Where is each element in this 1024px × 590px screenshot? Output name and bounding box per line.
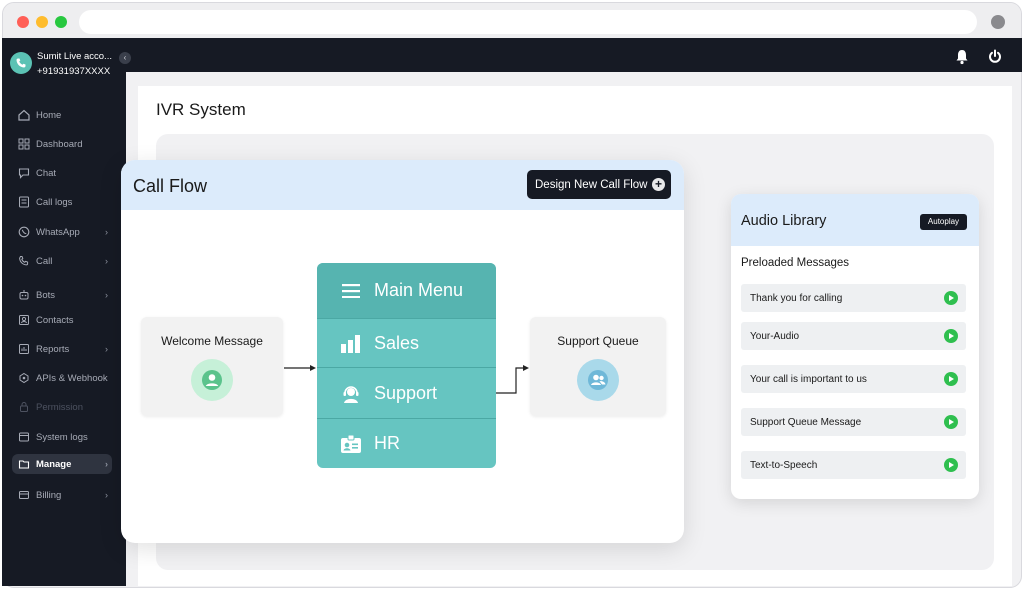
audio-track-row[interactable]: Thank you for calling — [741, 284, 966, 312]
autoplay-button[interactable]: Autoplay — [920, 214, 967, 230]
hamburger-icon — [341, 281, 361, 301]
menu-option-label: Sales — [374, 333, 420, 353]
menu-option-sales[interactable]: Sales — [317, 318, 496, 368]
audio-library-card: Audio Library Autoplay Preloaded Message… — [731, 194, 979, 499]
menu-option-main-menu[interactable]: Main Menu — [317, 263, 496, 318]
menu-option-label: Support — [374, 383, 438, 403]
audio-track-label: Text-to-Speech — [750, 459, 818, 471]
play-icon[interactable] — [944, 291, 958, 305]
audio-track-row[interactable]: Support Queue Message — [741, 408, 966, 436]
headset-icon — [341, 384, 361, 404]
audio-track-row[interactable]: Your call is important to us — [741, 365, 966, 393]
menu-option-hr[interactable]: HR — [317, 418, 496, 468]
menu-option-label: HR — [374, 433, 400, 453]
audio-track-label: Thank you for calling — [750, 292, 843, 304]
bar-chart-icon — [341, 334, 361, 354]
audio-track-row[interactable]: Text-to-Speech — [741, 451, 966, 479]
preloaded-messages-label: Preloaded Messages — [741, 257, 850, 269]
audio-library-header: Audio Library Autoplay — [731, 194, 979, 246]
audio-track-row[interactable]: Your-Audio — [741, 322, 966, 350]
audio-track-label: Your-Audio — [750, 330, 800, 342]
ivr-menu: Main Menu Sales Support HR — [317, 263, 496, 468]
id-badge-icon — [341, 434, 361, 454]
audio-track-label: Support Queue Message — [750, 416, 862, 428]
audio-library-title: Audio Library — [741, 213, 827, 229]
audio-track-label: Your call is important to us — [750, 373, 867, 385]
menu-option-label: Main Menu — [374, 280, 464, 300]
play-icon[interactable] — [944, 458, 958, 472]
play-icon[interactable] — [944, 329, 958, 343]
menu-option-support[interactable]: Support — [317, 367, 496, 419]
play-icon[interactable] — [944, 372, 958, 386]
collapse-sidebar-button[interactable]: ‹ — [119, 52, 131, 64]
play-icon[interactable] — [944, 415, 958, 429]
